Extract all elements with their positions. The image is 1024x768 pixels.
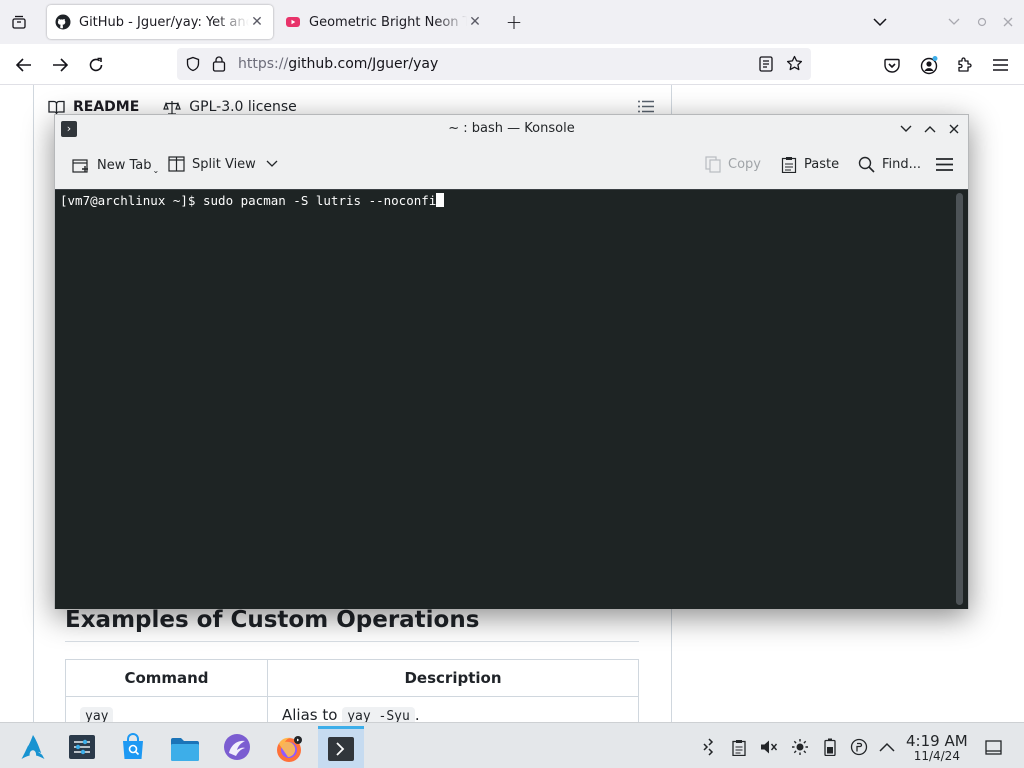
reader-view-icon[interactable] [759,56,773,76]
discover-task[interactable] [110,726,156,768]
forward-arrow-icon[interactable] [45,50,75,80]
paste-icon [781,157,797,173]
pocket-icon[interactable] [877,50,907,80]
battery-icon[interactable] [820,737,840,757]
new-tab-plus-icon[interactable]: + [504,10,524,34]
typed-command: sudo pacman -S lutris --noconfi [203,193,437,208]
taskbar: 4:19 AM 11/4/24 [0,722,1024,768]
terminal-line[interactable]: [vm7@archlinux ~]$ sudo pacman -S lutris… [60,193,445,208]
konsole-task[interactable] [318,726,364,768]
url-host-path: github.com/Jguer/yay [288,56,439,72]
text-cursor [436,193,445,207]
tab-geometric-neon[interactable]: Geometric Bright Neon Triangles ✕ [277,5,491,39]
heading-divider [65,641,639,642]
tab-list-icon[interactable] [8,12,30,32]
license-label: GPL-3.0 license [189,99,297,115]
url-scheme: https:// [238,56,289,72]
license-tab[interactable]: GPL-3.0 license [163,99,297,115]
tracking-shield-icon[interactable] [185,56,201,76]
readme-tab[interactable]: README [73,99,139,115]
copy-label: Copy [728,157,761,172]
minimize-icon[interactable] [897,120,915,138]
github-icon [55,14,71,30]
column-header: Description [267,659,639,697]
tab-github-yay[interactable]: GitHub - Jguer/yay: Yet another Yogurt ✕ [47,5,273,39]
application-launcher[interactable] [10,726,56,768]
reload-icon[interactable] [81,50,111,80]
dropdown-arrow-icon: ⌄ [152,166,160,175]
window-title: ~ : bash — Konsole [448,121,575,136]
system-settings-task[interactable] [59,726,105,768]
new-tab-button[interactable]: New Tab ⌄ [72,156,159,175]
brightness-icon[interactable] [790,737,810,757]
show-desktop-icon[interactable] [983,737,1003,757]
search-icon [858,156,875,173]
split-view-icon [168,156,185,172]
new-tab-icon [72,159,88,173]
maximize-icon[interactable] [972,12,992,32]
book-icon [48,100,65,114]
clock-time: 4:19 AM [906,732,968,750]
browser-nav-bar: https://github.com/Jguer/yay [0,44,1024,85]
konsole-titlebar[interactable]: › ~ : bash — Konsole [55,115,968,143]
shopping-bag-icon [123,733,143,759]
tab-title: GitHub - Jguer/yay: Yet another Yogurt [79,14,249,30]
youtube-icon [286,17,300,27]
copy-icon [705,156,721,173]
bookmark-star-icon[interactable] [786,55,803,76]
url-text[interactable]: https://github.com/Jguer/yay [238,56,438,72]
copy-button[interactable]: Copy [705,156,761,173]
terminal-icon [328,736,354,761]
column-header: Command [65,659,268,697]
table-header-row: Command Description [65,659,639,697]
terminal-area[interactable]: [vm7@archlinux ~]$ sudo pacman -S lutris… [55,189,968,609]
paste-button[interactable]: Paste [781,156,839,173]
readme-tab-bar: README GPL-3.0 license [48,99,297,115]
hamburger-menu-icon[interactable] [936,158,960,171]
konsole-window: › ~ : bash — Konsole New Tab ⌄ Split Vie… [54,114,969,609]
terminal-scrollbar[interactable] [956,193,963,605]
network-status-icon[interactable] [849,737,869,757]
volume-muted-icon[interactable] [759,737,779,757]
close-tab-icon[interactable]: ✕ [249,14,265,30]
tab-title: Geometric Bright Neon Triangles [309,14,467,30]
scale-icon [163,100,182,115]
settings-sliders-icon [69,735,95,759]
split-view-button[interactable]: Split View [168,156,285,172]
clock-date: 11/4/24 [913,749,960,763]
close-tab-icon[interactable]: ✕ [467,14,483,30]
find-label: Find... [882,157,922,172]
account-avatar-icon[interactable] [914,50,944,80]
new-tab-label: New Tab [97,158,152,173]
file-manager-task[interactable] [162,726,208,768]
extensions-puzzle-icon[interactable] [949,50,979,80]
chevron-up-icon[interactable] [877,737,897,757]
digital-clock[interactable]: 4:19 AM 11/4/24 [906,732,968,763]
lock-icon[interactable] [212,55,226,76]
chevron-down-icon [266,160,278,167]
konsole-toolbar: New Tab ⌄ Split View Copy Paste Find... [55,143,968,189]
clipboard-icon[interactable] [729,737,749,757]
firefox-task[interactable] [266,726,312,768]
firefox-icon [277,735,302,762]
maximize-icon[interactable] [921,120,939,138]
hamburger-menu-icon[interactable] [985,50,1015,80]
arch-linux-icon [21,735,45,759]
chevron-down-icon[interactable] [870,12,890,32]
kdeconnect-tray-icon[interactable] [699,737,719,757]
bird-icon [224,734,250,760]
back-arrow-icon[interactable] [9,50,39,80]
browser-tab-bar: GitHub - Jguer/yay: Yet another Yogurt ✕… [0,0,1024,44]
find-button[interactable]: Find... [858,156,921,173]
minimize-icon[interactable] [944,12,964,32]
section-heading: Examples of Custom Operations [65,607,480,633]
split-view-label: Split View [192,156,256,172]
paste-label: Paste [804,157,840,172]
close-icon[interactable] [945,120,963,138]
url-bar[interactable]: https://github.com/Jguer/yay [177,48,811,80]
shell-prompt: [vm7@archlinux ~]$ [60,193,203,208]
close-window-icon[interactable] [998,12,1018,32]
kde-connect-task[interactable] [214,726,260,768]
folder-icon [171,737,199,761]
